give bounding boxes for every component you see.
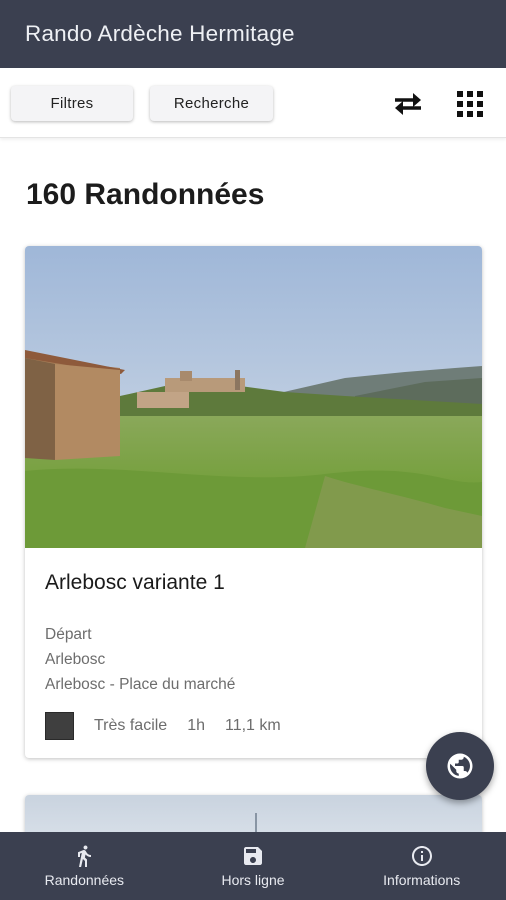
nav-label: Hors ligne bbox=[221, 872, 285, 888]
distance-label: 11,1 km bbox=[225, 717, 281, 734]
map-view-button[interactable] bbox=[426, 732, 494, 800]
save-icon bbox=[244, 847, 262, 865]
nav-item-informations[interactable]: Informations bbox=[337, 832, 506, 900]
difficulty-swatch bbox=[45, 712, 74, 740]
duration-label: 1h bbox=[187, 717, 205, 734]
info-icon bbox=[411, 846, 432, 866]
app-bar: Rando Ardèche Hermitage bbox=[0, 0, 506, 68]
hike-photo bbox=[25, 246, 482, 548]
search-button[interactable]: Recherche bbox=[150, 86, 273, 121]
nav-label: Informations bbox=[383, 872, 461, 888]
hike-location-info: Départ Arlebosc Arlebosc - Place du marc… bbox=[45, 622, 235, 697]
toolbar: Filtres Recherche bbox=[0, 68, 506, 138]
departure-place: Arlebosc - Place du marché bbox=[45, 676, 236, 693]
hike-name: Arlebosc variante 1 bbox=[45, 571, 225, 594]
departure-town: Arlebosc bbox=[45, 651, 106, 668]
difficulty-label: Très facile bbox=[94, 717, 168, 734]
nav-label: Randonnées bbox=[44, 872, 125, 888]
hiker-icon bbox=[78, 845, 92, 867]
bottom-navigation: Randonnées Hors ligne Informations bbox=[0, 832, 506, 900]
departure-label: Départ bbox=[45, 626, 92, 643]
globe-icon bbox=[447, 753, 473, 779]
swap-horiz-icon[interactable] bbox=[389, 85, 427, 123]
hike-meta: Très facile 1h 11,1 km bbox=[45, 712, 301, 740]
nav-item-hors-ligne[interactable]: Hors ligne bbox=[169, 832, 338, 900]
hike-card[interactable]: Arlebosc variante 1 Départ Arlebosc Arle… bbox=[25, 246, 482, 758]
app-title: Rando Ardèche Hermitage bbox=[25, 21, 295, 46]
grid-view-icon[interactable] bbox=[451, 85, 489, 123]
nav-item-randonnees[interactable]: Randonnées bbox=[0, 832, 169, 900]
filters-button[interactable]: Filtres bbox=[11, 86, 133, 121]
results-count-title: 160 Randonnées bbox=[26, 178, 265, 211]
